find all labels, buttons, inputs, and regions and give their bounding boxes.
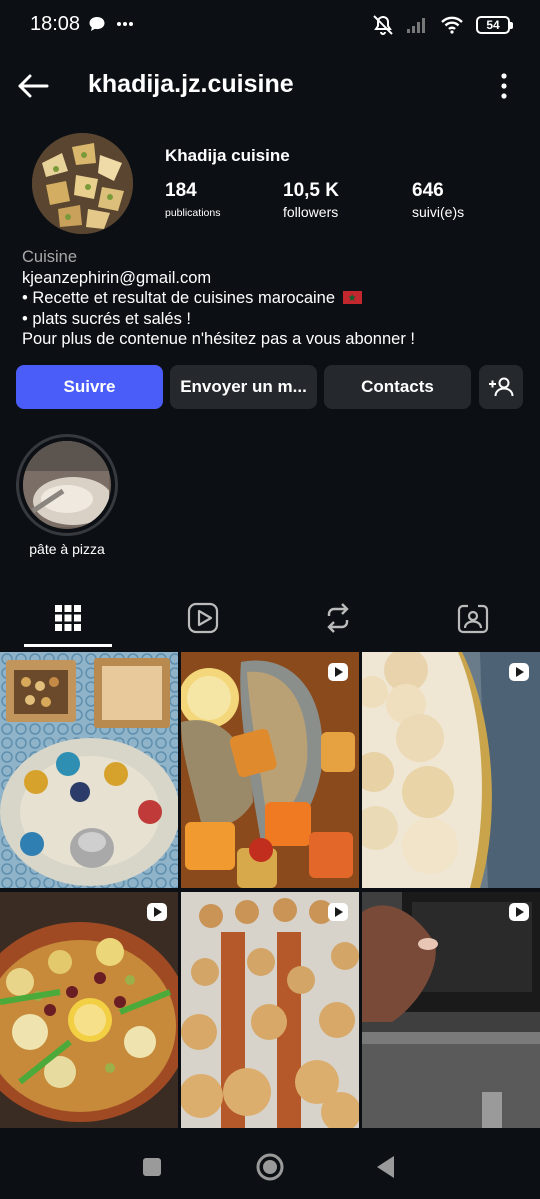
active-tab-indicator bbox=[24, 644, 112, 647]
post-image bbox=[181, 892, 359, 1128]
profile-avatar[interactable] bbox=[32, 133, 133, 234]
tab-tagged[interactable] bbox=[405, 590, 540, 646]
system-navigation-bar bbox=[0, 1133, 540, 1199]
bio-category: Cuisine bbox=[22, 248, 78, 266]
bio-line-2: • plats sucrés et salés ! bbox=[22, 309, 192, 328]
grid-post[interactable] bbox=[0, 652, 178, 888]
suggest-users-button[interactable] bbox=[479, 365, 523, 409]
status-system-icons: 54 bbox=[372, 14, 513, 36]
post-image bbox=[362, 892, 540, 1128]
bio-line-1: • Recette et resultat de cuisines maroca… bbox=[22, 288, 522, 310]
more-dots-icon bbox=[117, 22, 133, 26]
more-options-icon[interactable] bbox=[496, 70, 512, 102]
tab-posts-grid[interactable] bbox=[0, 590, 135, 646]
contacts-button[interactable]: Contacts bbox=[324, 365, 471, 409]
profile-display-name: Khadija cuisine bbox=[165, 146, 290, 165]
status-notification-icons bbox=[88, 15, 134, 33]
battery-icon: 54 bbox=[476, 16, 513, 34]
reels-icon bbox=[187, 602, 218, 634]
recents-square-icon[interactable] bbox=[134, 1149, 170, 1185]
profile-tabs bbox=[0, 590, 540, 646]
home-circle-icon[interactable] bbox=[252, 1149, 288, 1185]
following-stat[interactable]: 646 suivi(e)s bbox=[412, 180, 464, 220]
posts-count: 184 bbox=[165, 180, 197, 201]
highlight-cover bbox=[23, 441, 111, 529]
morocco-flag-icon bbox=[342, 289, 362, 310]
story-highlight[interactable] bbox=[16, 434, 118, 536]
chat-bubble-icon bbox=[89, 17, 105, 31]
grid-post[interactable] bbox=[0, 892, 178, 1128]
add-user-icon bbox=[489, 377, 514, 397]
followers-stat[interactable]: 10,5 K followers bbox=[283, 180, 339, 220]
signal-icon bbox=[407, 18, 425, 33]
mute-icon bbox=[373, 15, 393, 35]
tab-reels[interactable] bbox=[135, 590, 270, 646]
grid-icon bbox=[54, 605, 81, 631]
post-image bbox=[0, 892, 178, 1128]
follow-button[interactable]: Suivre bbox=[16, 365, 163, 409]
followers-count: 10,5 K bbox=[283, 180, 339, 201]
reel-badge-icon bbox=[147, 903, 167, 921]
profile-username: khadija.jz.cuisine bbox=[88, 70, 294, 98]
grid-post[interactable] bbox=[362, 652, 540, 888]
posts-stat[interactable]: 184 publications bbox=[165, 180, 220, 219]
message-button[interactable]: Envoyer un m... bbox=[170, 365, 317, 409]
battery-level: 54 bbox=[486, 18, 500, 32]
reel-badge-icon bbox=[328, 663, 348, 681]
posts-label: publications bbox=[165, 207, 221, 219]
reel-badge-icon bbox=[509, 903, 529, 921]
bio-email[interactable]: kjeanzephirin@gmail.com bbox=[22, 268, 522, 289]
bio-line-3: Pour plus de contenue n'hésitez pas a vo… bbox=[22, 330, 416, 348]
profile-header: khadija.jz.cuisine bbox=[0, 60, 540, 112]
post-image bbox=[0, 652, 178, 888]
grid-post[interactable] bbox=[181, 892, 359, 1128]
tagged-icon bbox=[457, 604, 488, 634]
following-count: 646 bbox=[412, 180, 444, 201]
followers-label: followers bbox=[283, 204, 339, 220]
back-arrow-icon[interactable] bbox=[14, 68, 52, 104]
post-image bbox=[362, 652, 540, 888]
post-image bbox=[181, 652, 359, 888]
profile-bio: Cuisine kjeanzephirin@gmail.com • Recett… bbox=[22, 247, 522, 350]
reposts-icon bbox=[326, 603, 349, 633]
reel-badge-icon bbox=[328, 903, 348, 921]
tab-reposts[interactable] bbox=[270, 590, 405, 646]
profile-screen: 18:08 54 khadija.jz.cuisine Khadija cuis… bbox=[0, 0, 540, 1199]
back-triangle-icon[interactable] bbox=[368, 1149, 404, 1185]
status-bar: 18:08 54 bbox=[0, 0, 540, 50]
highlight-label: pâte à pizza bbox=[29, 541, 105, 557]
status-time: 18:08 bbox=[30, 13, 81, 35]
grid-post[interactable] bbox=[181, 652, 359, 888]
following-label: suivi(e)s bbox=[412, 204, 465, 220]
avatar-image bbox=[32, 133, 133, 234]
highlight-image bbox=[23, 441, 111, 527]
bio-line-1-text: • Recette et resultat de cuisines maroca… bbox=[22, 289, 336, 307]
grid-post[interactable] bbox=[362, 892, 540, 1128]
reel-badge-icon bbox=[509, 663, 529, 681]
wifi-icon bbox=[441, 16, 463, 34]
